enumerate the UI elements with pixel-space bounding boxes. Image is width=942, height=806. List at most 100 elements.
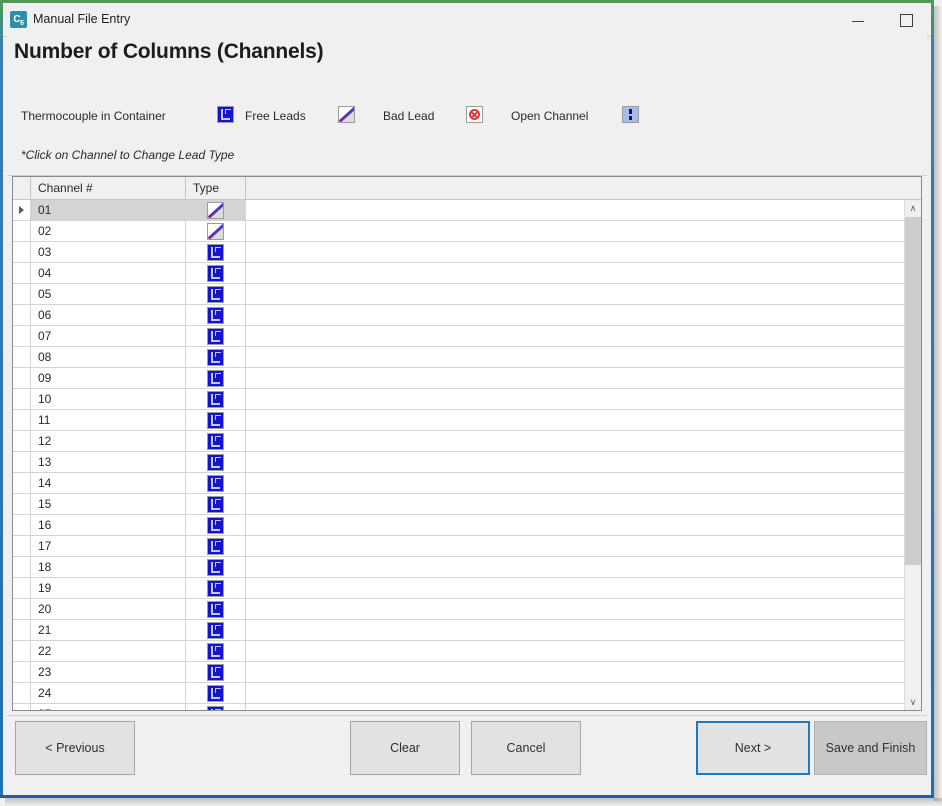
save-and-finish-button[interactable]: Save and Finish	[814, 721, 927, 775]
cell-channel-number: 17	[31, 536, 186, 556]
cell-lead-type[interactable]	[186, 557, 246, 577]
table-row[interactable]: 15	[13, 494, 904, 515]
cell-lead-type[interactable]	[186, 536, 246, 556]
cell-filler	[246, 683, 904, 703]
table-row[interactable]: 22	[13, 641, 904, 662]
table-row[interactable]: 10	[13, 389, 904, 410]
thermocouple-in-container-icon[interactable]	[207, 643, 224, 660]
thermocouple-in-container-icon[interactable]	[207, 475, 224, 492]
table-row[interactable]: 23	[13, 662, 904, 683]
thermocouple-in-container-icon[interactable]	[207, 538, 224, 555]
table-row[interactable]: 16	[13, 515, 904, 536]
cell-filler	[246, 515, 904, 535]
table-row[interactable]: 01	[13, 200, 904, 221]
table-row[interactable]: 14	[13, 473, 904, 494]
thermocouple-in-container-icon[interactable]	[207, 559, 224, 576]
cell-lead-type[interactable]	[186, 704, 246, 710]
thermocouple-in-container-icon[interactable]	[207, 664, 224, 681]
table-row[interactable]: 05	[13, 284, 904, 305]
cell-lead-type[interactable]	[186, 389, 246, 409]
table-row[interactable]: 25	[13, 704, 904, 710]
thermocouple-in-container-icon[interactable]	[207, 286, 224, 303]
free-leads-icon[interactable]	[207, 202, 224, 219]
scrollbar-track[interactable]	[905, 565, 921, 694]
cell-lead-type[interactable]	[186, 284, 246, 304]
thermocouple-in-container-icon[interactable]	[207, 454, 224, 471]
table-row[interactable]: 06	[13, 305, 904, 326]
cell-lead-type[interactable]	[186, 242, 246, 262]
table-row[interactable]: 17	[13, 536, 904, 557]
cell-lead-type[interactable]	[186, 347, 246, 367]
table-row[interactable]: 03	[13, 242, 904, 263]
table-row[interactable]: 13	[13, 452, 904, 473]
title-bar[interactable]: C6 Manual File Entry	[3, 3, 931, 37]
thermocouple-in-container-icon[interactable]	[207, 349, 224, 366]
cell-lead-type[interactable]	[186, 599, 246, 619]
table-row[interactable]: 09	[13, 368, 904, 389]
thermocouple-in-container-icon[interactable]	[207, 496, 224, 513]
table-row[interactable]: 18	[13, 557, 904, 578]
clear-button[interactable]: Clear	[350, 721, 460, 775]
cell-lead-type[interactable]	[186, 662, 246, 682]
cell-channel-number: 01	[31, 200, 186, 220]
scroll-up-arrow-icon[interactable]: ∧	[905, 200, 921, 217]
grid-vertical-scrollbar[interactable]: ∧ ∨	[904, 200, 921, 710]
grid-header-channel[interactable]: Channel #	[31, 177, 195, 199]
scrollbar-thumb[interactable]	[905, 217, 921, 565]
cell-lead-type[interactable]	[186, 515, 246, 535]
cell-lead-type[interactable]	[186, 410, 246, 430]
cell-lead-type[interactable]	[186, 641, 246, 661]
table-row[interactable]: 02	[13, 221, 904, 242]
table-row[interactable]: 11	[13, 410, 904, 431]
cell-lead-type[interactable]	[186, 200, 246, 220]
cell-filler	[246, 263, 904, 283]
table-row[interactable]: 19	[13, 578, 904, 599]
cancel-button[interactable]: Cancel	[471, 721, 581, 775]
next-button[interactable]: Next >	[696, 721, 810, 775]
table-row[interactable]: 20	[13, 599, 904, 620]
scroll-down-arrow-icon[interactable]: ∨	[905, 694, 921, 710]
thermocouple-in-container-icon[interactable]	[207, 433, 224, 450]
grid-header-type[interactable]: Type	[186, 177, 246, 199]
thermocouple-in-container-icon[interactable]	[207, 517, 224, 534]
thermocouple-in-container-icon[interactable]	[207, 265, 224, 282]
cell-lead-type[interactable]	[186, 326, 246, 346]
free-leads-icon[interactable]	[207, 223, 224, 240]
table-row[interactable]: 04	[13, 263, 904, 284]
thermocouple-in-container-icon[interactable]	[207, 580, 224, 597]
cell-lead-type[interactable]	[186, 368, 246, 388]
thermocouple-in-container-icon[interactable]	[207, 391, 224, 408]
thermocouple-in-container-icon[interactable]	[207, 370, 224, 387]
maximize-button[interactable]	[883, 3, 929, 34]
minimize-icon	[852, 21, 864, 22]
table-row[interactable]: 07	[13, 326, 904, 347]
previous-button[interactable]: < Previous	[15, 721, 135, 775]
cell-lead-type[interactable]	[186, 473, 246, 493]
cell-lead-type[interactable]	[186, 305, 246, 325]
thermocouple-in-container-icon[interactable]	[207, 328, 224, 345]
thermocouple-in-container-icon[interactable]	[207, 601, 224, 618]
cell-lead-type[interactable]	[186, 683, 246, 703]
table-row[interactable]: 21	[13, 620, 904, 641]
thermocouple-in-container-icon[interactable]	[207, 307, 224, 324]
table-row[interactable]: 08	[13, 347, 904, 368]
window-client-area: C6 Manual File Entry Number of Columns (…	[3, 3, 931, 795]
thermocouple-in-container-icon[interactable]	[207, 706, 224, 710]
table-row[interactable]: 12	[13, 431, 904, 452]
minimize-button[interactable]	[835, 3, 881, 34]
cell-lead-type[interactable]	[186, 494, 246, 514]
legend-label-thermocouple: Thermocouple in Container	[21, 109, 166, 123]
cell-lead-type[interactable]	[186, 452, 246, 472]
thermocouple-in-container-icon[interactable]	[207, 412, 224, 429]
cell-lead-type[interactable]	[186, 578, 246, 598]
thermocouple-in-container-icon[interactable]	[207, 244, 224, 261]
thermocouple-in-container-icon[interactable]	[207, 622, 224, 639]
table-row[interactable]: 24	[13, 683, 904, 704]
cell-lead-type[interactable]	[186, 221, 246, 241]
thermocouple-in-container-icon[interactable]	[207, 685, 224, 702]
row-gutter	[13, 305, 31, 325]
cell-lead-type[interactable]	[186, 620, 246, 640]
cell-lead-type[interactable]	[186, 263, 246, 283]
cell-channel-number: 02	[31, 221, 186, 241]
cell-lead-type[interactable]	[186, 431, 246, 451]
